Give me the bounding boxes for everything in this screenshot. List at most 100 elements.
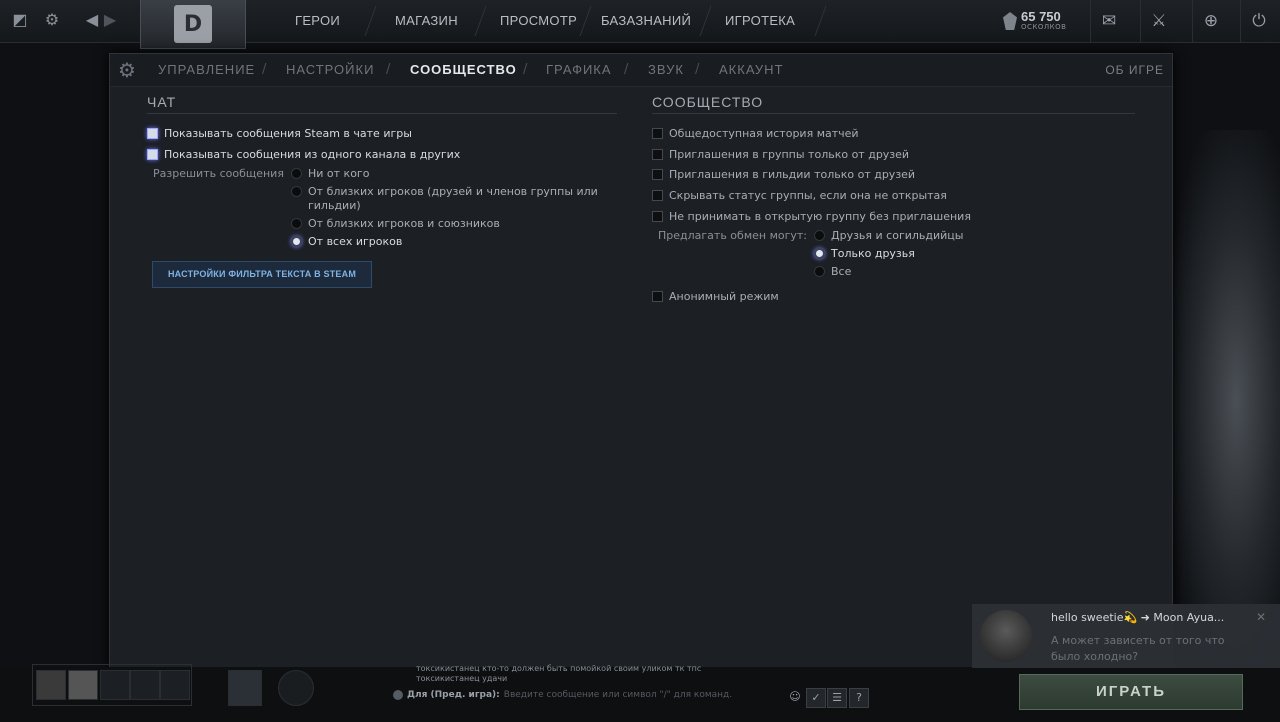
no-uninvited-party-checkbox[interactable]: Не принимать в открытую группу без пригл… [652,210,971,223]
radio-label: Только друзья [831,247,915,260]
gear-icon[interactable]: ⚙ [40,8,64,32]
chat-placeholder: Введите сообщение или символ "/" для ком… [503,690,733,700]
close-icon[interactable]: ✕ [1256,610,1266,624]
notification-title: hello sweetie💫 ➜ Moon Ayua... [1051,611,1225,624]
chat-channel[interactable]: Для (Пред. игра): [407,690,500,700]
tab-options[interactable]: НАСТРОЙКИ [286,54,374,86]
nav-divider [474,6,487,36]
tab-audio[interactable]: ЗВУК [648,54,684,86]
steam-text-filter-button[interactable]: НАСТРОЙКИ ФИЛЬТРА ТЕКСТА В STEAM [152,261,372,288]
radio-button[interactable] [814,266,825,277]
dota-logo-icon[interactable]: ◩ [8,8,32,32]
section-divider [147,113,617,114]
checkbox-box[interactable] [652,128,663,139]
checkbox-box[interactable] [652,149,663,160]
nav-learn[interactable]: БАЗАЗНАНИЙ [601,0,691,42]
about-link[interactable]: ОБ ИГРЕ [1105,54,1164,86]
nav-arcade[interactable]: ИГРОТЕКА [725,0,795,42]
power-icon[interactable]: ⏻ [1240,0,1277,42]
cross-channel-checkbox[interactable]: Показывать сообщения из одного канала в … [147,148,460,161]
allow-radio-close-and-allies[interactable]: От близких игроков и союзников [291,217,500,230]
tab-video[interactable]: ГРАФИКА [546,54,612,86]
chat-line: токсикистанец удачи [416,674,508,683]
top-bar: ◩ ⚙ ◀ ▶ D ГЕРОИ МАГАЗИН ПРОСМОТР БАЗАЗНА… [0,0,1280,49]
anonymous-mode-checkbox[interactable]: Анонимный режим [652,290,779,303]
shards-label: ОСКОЛКОВ [1021,23,1067,31]
nav-divider [814,6,827,36]
shards-counter[interactable]: 65 750 ОСКОЛКОВ [1003,8,1066,34]
checkbox-box[interactable] [147,128,158,139]
mail-icon[interactable]: ✉ [1090,0,1127,42]
checkbox-box[interactable] [652,291,663,302]
allow-radio-nobody[interactable]: Ни от кого [291,167,369,180]
allow-radio-all-players[interactable]: От всех игроков [291,235,402,248]
smiley-icon[interactable] [393,690,403,700]
checkbox-box[interactable] [652,190,663,201]
radio-button[interactable] [291,186,302,197]
party-invites-friends-checkbox[interactable]: Приглашения в группы только от друзей [652,148,909,161]
checkbox-box[interactable] [652,169,663,180]
radio-button[interactable] [291,218,302,229]
guild-invites-friends-checkbox[interactable]: Приглашения в гильдии только от друзей [652,168,915,181]
group-icon[interactable] [278,670,314,706]
tab-controls[interactable]: УПРАВЛЕНИЕ [158,54,255,86]
party-slot-empty[interactable] [160,670,190,700]
inventory-icon[interactable] [228,670,262,706]
nav-heroes[interactable]: ГЕРОИ [295,0,340,42]
radio-button-selected[interactable] [291,236,302,247]
checkbox-label: Анонимный режим [669,290,779,303]
shards-value: 65 750 [1021,9,1061,24]
checkbox-label: Показывать сообщения Steam в чате игры [164,127,412,140]
nav-watch[interactable]: ПРОСМОТР [500,0,577,42]
nav-store[interactable]: МАГАЗИН [395,0,458,42]
party-slot-empty[interactable] [100,670,130,700]
tab-separator: / [386,62,391,77]
trade-radio-friends-only[interactable]: Только друзья [814,247,915,260]
chat-input[interactable]: Для (Пред. игра): Введите сообщение или … [393,690,732,700]
radio-button[interactable] [814,230,825,241]
channels-icon[interactable]: ☰ [827,688,847,708]
settings-gear-icon: ⚙ [118,58,136,82]
trade-radio-everyone[interactable]: Все [814,265,851,278]
chat-notification[interactable]: hello sweetie💫 ➜ Moon Ayua... А может за… [972,604,1280,668]
public-match-history-checkbox[interactable]: Общедоступная история матчей [652,127,859,140]
tab-separator: / [523,62,528,77]
shard-icon [1003,12,1017,30]
checkbox-label: Приглашения в группы только от друзей [669,148,910,161]
checkbox-box[interactable] [147,149,158,160]
plus-icon[interactable]: ⊕ [1192,0,1229,42]
home-button[interactable]: D [140,0,246,49]
allow-radio-close-players[interactable]: От близких игроков (друзей и членов груп… [291,185,598,198]
tab-social[interactable]: СООБЩЕСТВО [410,54,517,86]
settings-tabs: ⚙ УПРАВЛЕНИЕ / НАСТРОЙКИ / СООБЩЕСТВО / … [110,54,1172,87]
steam-messages-checkbox[interactable]: Показывать сообщения Steam в чате игры [147,127,412,140]
help-icon[interactable]: ? [849,688,869,708]
armory-icon[interactable]: ⚔ [1140,0,1177,42]
radio-label-continued: гильдии) [308,199,361,212]
checkbox-label: Приглашения в гильдии только от друзей [669,168,916,181]
forward-arrow-icon[interactable]: ▶ [98,8,122,32]
hide-party-status-checkbox[interactable]: Скрывать статус группы, если она не откр… [652,189,947,202]
tab-separator: / [262,62,267,77]
tab-account[interactable]: АККАУНТ [719,54,784,86]
notification-message: А может зависеть от того что было холодн… [1051,634,1225,663]
radio-label: Ни от кого [308,167,370,180]
party-slot-empty[interactable] [130,670,160,700]
allow-messages-label: Разрешить сообщения [153,167,284,180]
party-avatar[interactable] [68,670,98,700]
checkbox-label: Показывать сообщения из одного канала в … [164,148,461,161]
dota-emblem-icon: D [174,5,212,43]
party-avatar[interactable] [36,670,66,700]
tab-separator: / [695,62,700,77]
play-button[interactable]: ИГРАТЬ [1019,674,1243,710]
nav-divider [699,6,712,36]
checkbox-box[interactable] [652,211,663,222]
radio-button-selected[interactable] [814,248,825,259]
trade-radio-friends-guild[interactable]: Друзья и согильдийцы [814,229,963,242]
chat-section-title: ЧАТ [147,94,177,110]
radio-button[interactable] [291,168,302,179]
nav-divider [364,6,377,36]
radio-label: Все [831,265,852,278]
emoji-icon[interactable]: ☺ [786,688,804,706]
check-icon[interactable]: ✓ [806,688,826,708]
